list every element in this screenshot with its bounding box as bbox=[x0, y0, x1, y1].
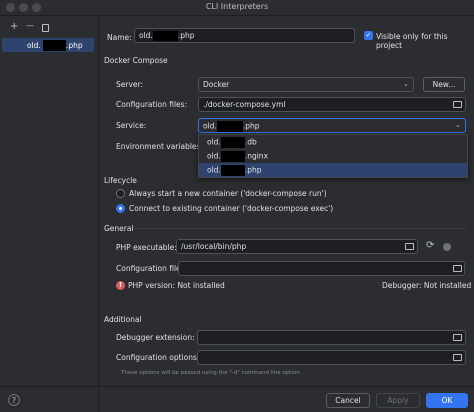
configuration-file-label: Configuration file: bbox=[116, 264, 184, 273]
configuration-files-input[interactable]: ./docker-compose.yml bbox=[198, 97, 466, 112]
environment-variables-label: Environment variables: bbox=[116, 142, 203, 151]
configuration-file-input[interactable] bbox=[178, 261, 465, 276]
configuration-options-input[interactable] bbox=[197, 350, 466, 365]
apply-button[interactable]: Apply bbox=[376, 393, 420, 408]
error-icon: ! bbox=[116, 281, 125, 290]
general-section-title: General bbox=[104, 224, 134, 233]
folder-icon[interactable] bbox=[453, 334, 462, 341]
window-title: CLI Interpreters bbox=[205, 2, 269, 11]
debugger-extension-label: Debugger extension: bbox=[116, 333, 195, 342]
connect-existing-container-radio[interactable] bbox=[116, 204, 125, 213]
cancel-button[interactable]: Cancel bbox=[326, 393, 370, 408]
debugger-status: Debugger: Not installed bbox=[382, 281, 472, 290]
option-prefix: old. bbox=[207, 137, 221, 147]
status-dot-icon bbox=[443, 243, 451, 251]
debugger-extension-input[interactable] bbox=[197, 330, 466, 345]
run-new-container-label: Always start a new container ('docker-co… bbox=[129, 189, 327, 198]
folder-icon[interactable] bbox=[453, 101, 462, 108]
visible-only-checkbox[interactable]: ✓ bbox=[364, 31, 373, 40]
refresh-icon[interactable]: ⟳ bbox=[426, 240, 434, 251]
interpreter-item-prefix: old. bbox=[27, 41, 41, 50]
new-server-button[interactable]: New... bbox=[423, 77, 465, 92]
configuration-files-value: ./docker-compose.yml bbox=[203, 100, 286, 109]
configuration-options-hint: These options will be passed using the "… bbox=[121, 370, 300, 376]
service-suffix: .php bbox=[242, 121, 260, 131]
name-label: Name: bbox=[107, 33, 132, 42]
service-label: Service: bbox=[116, 121, 147, 130]
service-dropdown: old. .db old. .nginx old. .php bbox=[198, 134, 468, 178]
redaction-block bbox=[220, 151, 245, 162]
redaction-block bbox=[216, 121, 243, 132]
general-divider bbox=[134, 228, 466, 229]
name-prefix: old. bbox=[139, 31, 153, 40]
name-suffix: .php bbox=[177, 31, 195, 40]
service-select[interactable]: old. .php bbox=[198, 118, 466, 133]
chevron-down-icon: ⌄ bbox=[455, 121, 461, 129]
redaction-block bbox=[220, 165, 245, 176]
redaction-block bbox=[220, 137, 245, 148]
footer-divider bbox=[0, 386, 474, 387]
service-prefix: old. bbox=[203, 121, 217, 131]
docker-compose-section-title: Docker Compose bbox=[104, 56, 168, 65]
service-option[interactable]: old. .db bbox=[199, 135, 467, 149]
remove-icon[interactable]: — bbox=[26, 21, 34, 30]
visible-only-label: Visible only for this project bbox=[376, 32, 448, 50]
redaction-block bbox=[152, 31, 178, 41]
copy-icon[interactable] bbox=[42, 24, 49, 32]
add-icon[interactable]: + bbox=[10, 21, 18, 32]
ok-button[interactable]: OK bbox=[426, 393, 468, 408]
option-suffix: .db bbox=[244, 137, 257, 147]
additional-section-title: Additional bbox=[104, 315, 142, 324]
option-prefix: old. bbox=[207, 151, 221, 161]
connect-existing-container-label: Connect to existing container ('docker-c… bbox=[129, 204, 334, 213]
server-select[interactable]: Docker bbox=[198, 77, 414, 92]
server-value: Docker bbox=[203, 80, 230, 89]
run-new-container-radio[interactable] bbox=[116, 189, 125, 198]
interpreter-item-suffix: .php bbox=[66, 41, 83, 50]
folder-icon[interactable] bbox=[405, 243, 414, 250]
php-executable-value: /usr/local/bin/php bbox=[181, 242, 247, 251]
interpreter-list-panel bbox=[0, 16, 99, 412]
option-suffix: .php bbox=[244, 165, 262, 175]
folder-icon[interactable] bbox=[453, 265, 462, 272]
chevron-down-icon: ⌄ bbox=[403, 80, 409, 88]
configuration-files-label: Configuration files: bbox=[116, 100, 188, 109]
server-label: Server: bbox=[116, 80, 143, 89]
help-icon[interactable]: ? bbox=[8, 394, 20, 406]
service-option-selected[interactable]: old. .php bbox=[199, 163, 467, 177]
php-version-status: PHP version: Not installed bbox=[128, 281, 225, 290]
option-suffix: .nginx bbox=[244, 151, 269, 161]
folder-icon[interactable] bbox=[453, 354, 462, 361]
service-option[interactable]: old. .nginx bbox=[199, 149, 467, 163]
option-prefix: old. bbox=[207, 165, 221, 175]
php-executable-input[interactable]: /usr/local/bin/php bbox=[176, 239, 418, 254]
name-input[interactable]: old. .php bbox=[134, 28, 355, 43]
lifecycle-section-title: Lifecycle bbox=[104, 176, 137, 185]
configuration-options-label: Configuration options: bbox=[116, 353, 200, 362]
redaction-block bbox=[43, 40, 66, 51]
php-executable-label: PHP executable: bbox=[116, 243, 177, 252]
